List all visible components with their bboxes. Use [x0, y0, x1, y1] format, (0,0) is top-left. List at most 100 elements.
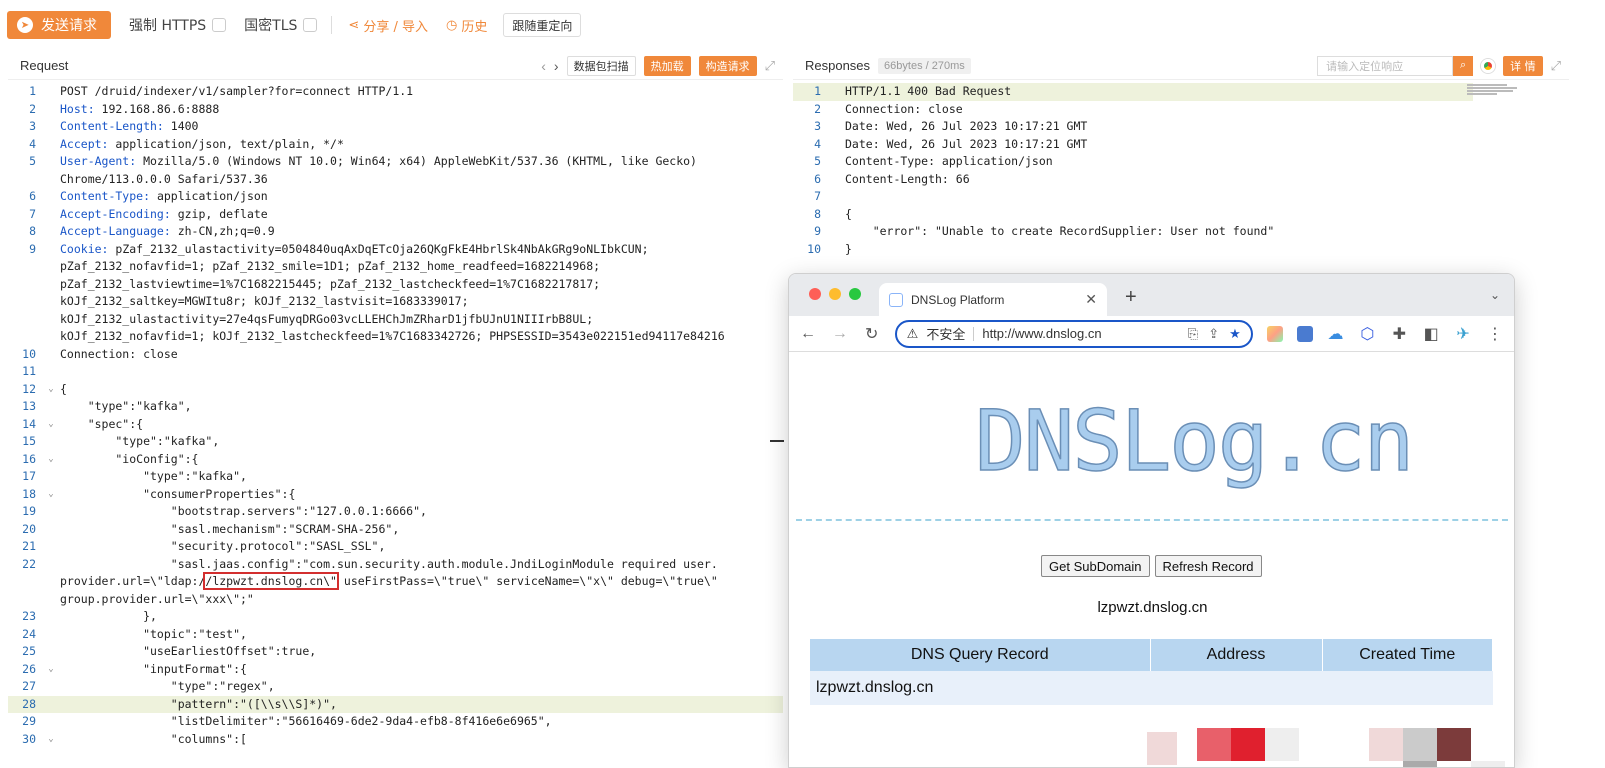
fold-chevron-icon[interactable]: ⌄ [42, 661, 60, 679]
send-icon: ➤ [17, 17, 33, 33]
code-value: "bootstrap.servers":"127.0.0.1:6666", [60, 504, 427, 518]
code-value: Content-Length: 66 [845, 171, 970, 186]
line-number: 10 [22, 346, 36, 361]
history-link[interactable]: ◷ 历史 [446, 16, 487, 35]
code-value: Date: Wed, 26 Jul 2023 10:17:21 GMT [845, 136, 1088, 151]
code-value: POST /druid/indexer/v1/sampler?for=conne… [60, 84, 414, 98]
packet-scan-button[interactable]: 数据包扫描 [566, 55, 636, 76]
code-text: "ioConfig":{ [60, 451, 198, 469]
follow-redirect-button[interactable]: 跟随重定向 [503, 13, 582, 37]
request-editor[interactable]: 1 POST /druid/indexer/v1/sampler?for=conn… [8, 83, 783, 768]
line-number: 4 [814, 136, 821, 151]
force-https-label: 强制 HTTPS [129, 18, 207, 34]
fold-chevron-icon[interactable]: ⌄ [42, 731, 60, 749]
fold-chevron-icon[interactable]: ⌄ [42, 381, 60, 399]
code-value: HTTP/1.1 400 Bad Request [845, 84, 1012, 98]
code-line: 28 "pattern":"([\\s\\S]*)", [8, 695, 783, 713]
expand-icon[interactable]: ⤢ [765, 58, 775, 74]
maximize-window-icon[interactable] [849, 288, 861, 300]
locate-response-input[interactable]: 请输入定位响应 [1317, 55, 1454, 76]
minimize-window-icon[interactable] [829, 288, 841, 300]
back-icon[interactable]: ← [799, 325, 817, 343]
force-https-option[interactable]: 强制 HTTPS [129, 15, 227, 35]
gm-tls-checkbox[interactable] [303, 18, 318, 32]
fold-gutter [42, 241, 60, 259]
code-value: application/json [150, 189, 268, 203]
line-number: 21 [22, 539, 36, 553]
code-text: Content-Length: 1400 [60, 118, 198, 136]
hot-load-button[interactable]: 热加载 [643, 55, 691, 76]
code-line: 9 Cookie: pZaf_2132_ulastactivity=0504840… [8, 241, 783, 259]
translate-icon[interactable]: ⎘ [1188, 326, 1198, 342]
bookmark-star-icon[interactable]: ★ [1229, 326, 1241, 342]
line-number: 30 [22, 731, 36, 746]
header-key: Host: [60, 101, 95, 116]
puzzle-icon[interactable]: ✚ [1390, 324, 1408, 344]
browser-tab[interactable]: DNSLog Platform ✕ [879, 283, 1107, 316]
response-minimap[interactable] [1467, 84, 1527, 102]
line-number: 2 [29, 101, 36, 116]
share-icon[interactable]: ⇪ [1208, 326, 1219, 342]
sidebar-icon[interactable]: ◧ [1422, 324, 1440, 344]
send-request-button[interactable]: ➤ 发送请求 [7, 11, 111, 39]
response-panel-header: Responses 66bytes / 270ms 请输入定位响应 ⌕ 详 情 … [793, 52, 1569, 80]
code-line: 1 HTTP/1.1 400 Bad Request [793, 83, 1473, 101]
build-request-button[interactable]: 构造请求 [698, 55, 757, 76]
translate-extension-icon[interactable] [1296, 325, 1313, 342]
hexagon-extension-icon[interactable]: ⬡ [1358, 324, 1376, 344]
close-tab-icon[interactable]: ✕ [1085, 291, 1097, 308]
chrome-icon[interactable] [1481, 58, 1496, 73]
fold-gutter [42, 328, 60, 346]
fold-gutter [42, 223, 60, 241]
line-number [8, 171, 42, 189]
fold-chevron-icon[interactable]: ⌄ [42, 486, 60, 504]
code-line: 7 Accept-Encoding: gzip, deflate [8, 206, 783, 224]
tab-title: DNSLog Platform [911, 292, 1005, 307]
refresh-record-button[interactable]: Refresh Record [1154, 555, 1262, 577]
chevron-down-icon[interactable]: ⌄ [1490, 288, 1500, 302]
get-subdomain-button[interactable]: Get SubDomain [1041, 555, 1150, 577]
code-value: kOJf_2132_nofavfid=1; kOJf_2132_lastchec… [60, 329, 725, 343]
dashed-divider [796, 519, 1508, 521]
prev-arrow-icon[interactable]: ‹ [541, 58, 546, 74]
code-line: 19 "bootstrap.servers":"127.0.0.1:6666", [8, 503, 783, 521]
bird-extension-icon[interactable]: ✈ [1454, 324, 1472, 344]
code-line: 26 ⌄ "inputFormat":{ [8, 661, 783, 679]
fold-chevron-icon[interactable]: ⌄ [42, 416, 60, 434]
code-line: 6 Content-Length: 66 [793, 171, 1473, 189]
dns-query-cell: lzpwzt.dnslog.cn [810, 671, 1150, 705]
address-bar[interactable]: ⚠ 不安全 http://www.dnslog.cn ⎘ ⇪ ★ [894, 319, 1253, 348]
code-text: "columns":[ [60, 731, 247, 749]
fold-gutter [42, 573, 60, 591]
extension-icon[interactable] [1266, 325, 1283, 342]
line-number: 14 [22, 416, 36, 431]
line-number: 17 [22, 469, 36, 483]
splitter-handle[interactable] [770, 440, 784, 442]
detail-button[interactable]: 详 情 [1503, 55, 1543, 76]
header-key: Content-Length: [60, 119, 164, 133]
menu-dots-icon[interactable]: ⋮ [1486, 324, 1504, 344]
cloud-icon[interactable]: ☁ [1327, 324, 1345, 344]
highlighted-dnslog-domain: /lzpwzt.dnslog.cn\" [203, 572, 339, 590]
forward-icon[interactable]: → [831, 325, 849, 343]
line-number: 5 [29, 154, 36, 168]
expand-icon[interactable]: ⤢ [1551, 58, 1561, 74]
share-import-link[interactable]: ⋖ 分享 / 导入 [348, 16, 428, 35]
response-editor[interactable]: 1 HTTP/1.1 400 Bad Request 2 Connection: cl… [793, 83, 1473, 263]
code-line: 1 POST /druid/indexer/v1/sampler?for=conn… [8, 83, 783, 101]
code-text: } [845, 241, 852, 259]
new-tab-icon[interactable]: + [1125, 286, 1137, 309]
code-value: "sasl.jaas.config":"com.sun.security.aut… [60, 556, 718, 571]
address-cell [1150, 671, 1322, 705]
gm-tls-option[interactable]: 国密TLS [244, 15, 318, 35]
reload-icon[interactable]: ↻ [863, 324, 881, 344]
code-value: "type":"regex", [60, 679, 275, 693]
close-window-icon[interactable] [809, 288, 821, 300]
next-arrow-icon[interactable]: › [554, 58, 559, 74]
fold-chevron-icon[interactable]: ⌄ [42, 451, 60, 469]
fold-gutter [42, 591, 60, 609]
line-number: 7 [814, 189, 821, 203]
force-https-checkbox[interactable] [212, 18, 227, 32]
search-icon[interactable]: ⌕ [1453, 55, 1474, 76]
line-number: 8 [29, 224, 36, 238]
